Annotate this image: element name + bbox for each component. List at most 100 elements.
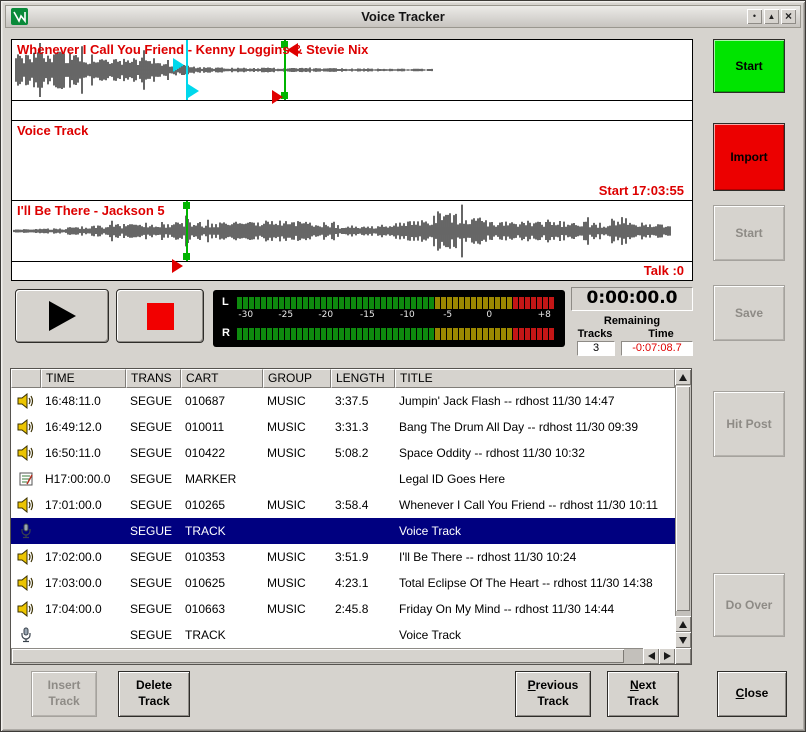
log-row[interactable]: 17:03:00.0SEGUE010625MUSIC4:23.1Total Ec…: [11, 570, 675, 596]
vertical-scroll-thumb[interactable]: [676, 386, 690, 611]
column-header-trans[interactable]: TRANS: [126, 369, 181, 388]
previous-track-label: Previous: [528, 678, 579, 694]
close-button[interactable]: Close: [717, 671, 787, 717]
meter-segment: [537, 328, 542, 340]
log-cell: 010265: [181, 492, 263, 518]
log-cell: MUSIC: [263, 388, 331, 414]
meter-scale-label: -10: [400, 310, 415, 320]
log-cell: 3:51.9: [331, 544, 395, 570]
log-header: TIMETRANSCARTGROUPLENGTHTITLE: [11, 369, 675, 388]
log-cell: 010011: [181, 414, 263, 440]
meter-segment: [447, 328, 452, 340]
start-marker-handle-top[interactable]: [183, 202, 190, 209]
log-row[interactable]: 17:04:00.0SEGUE010663MUSIC2:45.8Friday O…: [11, 596, 675, 622]
talk-start-marker-handle[interactable]: [173, 58, 184, 72]
log-cell: SEGUE: [126, 440, 181, 466]
horizontal-scroll-thumb[interactable]: [12, 649, 624, 663]
meter-segment: [315, 328, 320, 340]
voice-tracker-window: Voice Tracker • ▲ × Whenever I Call You …: [0, 0, 806, 732]
start-record-button[interactable]: Start: [713, 39, 785, 93]
scroll-down-button[interactable]: [675, 632, 691, 648]
column-header-time[interactable]: TIME: [41, 369, 126, 388]
log-row[interactable]: 16:48:11.0SEGUE010687MUSIC3:37.5Jumpin' …: [11, 388, 675, 414]
meter-segment: [273, 297, 278, 309]
meter-segment: [549, 328, 554, 340]
meter-segment: [507, 297, 512, 309]
log-cell: 16:49:12.0: [41, 414, 126, 440]
log-cell: 17:03:00.0: [41, 570, 126, 596]
titlebar[interactable]: Voice Tracker • ▲ ×: [5, 5, 801, 28]
log-cell: MUSIC: [263, 440, 331, 466]
talk-pointer-marker[interactable]: [172, 259, 183, 273]
log-cell: Voice Track: [395, 622, 675, 648]
start-marker-line[interactable]: [186, 201, 188, 261]
log-row[interactable]: H17:00:00.0SEGUEMARKERLegal ID Goes Here: [11, 466, 675, 492]
stop-icon: [147, 303, 174, 330]
waveform-panel-next-track[interactable]: I'll Be There - Jackson 5 Talk :0: [12, 200, 692, 280]
log-row[interactable]: 16:50:11.0SEGUE010422MUSIC5:08.2Space Od…: [11, 440, 675, 466]
log-row[interactable]: 16:49:12.0SEGUE010011MUSIC3:31.3Bang The…: [11, 414, 675, 440]
log-cell: I'll Be There -- rdhost 11/30 10:24: [395, 544, 675, 570]
log-cell: [331, 466, 395, 492]
play-button[interactable]: [15, 289, 109, 343]
log-row[interactable]: 17:01:00.0SEGUE010265MUSIC3:58.4Whenever…: [11, 492, 675, 518]
column-header-group[interactable]: GROUP: [263, 369, 331, 388]
scroll-right-button[interactable]: [659, 648, 675, 664]
delete-track-label: Delete: [136, 678, 172, 694]
log-row[interactable]: 17:02:00.0SEGUE010353MUSIC3:51.9I'll Be …: [11, 544, 675, 570]
column-header-length[interactable]: LENGTH: [331, 369, 395, 388]
log-cell: Whenever I Call You Friend -- rdhost 11/…: [395, 492, 675, 518]
remaining-tracks-value: 3: [577, 341, 615, 356]
scroll-up-button-lower[interactable]: [675, 616, 691, 632]
meter-scale-label: 0: [486, 310, 492, 320]
speaker-icon: [11, 440, 41, 466]
column-header-icon[interactable]: [11, 369, 41, 388]
log-cell: [331, 622, 395, 648]
meter-segment: [393, 297, 398, 309]
remaining-time-value: -0:07:08.7: [621, 341, 693, 356]
waveform-panel-voice-track[interactable]: Voice Track Start 17:03:55: [12, 120, 692, 200]
meter-segment: [243, 297, 248, 309]
log-cell: SEGUE: [126, 596, 181, 622]
meter-left-label: L: [222, 296, 229, 308]
log-cell: SEGUE: [126, 622, 181, 648]
fade-marker-bottom[interactable]: [272, 90, 283, 104]
log-cell: 17:04:00.0: [41, 596, 126, 622]
log-cell: 5:08.2: [331, 440, 395, 466]
log-row[interactable]: SEGUETRACKVoice Track: [11, 622, 675, 648]
stop-button[interactable]: [116, 289, 204, 343]
meter-segment: [411, 297, 416, 309]
meter-segment: [447, 297, 452, 309]
meter-segment: [243, 328, 248, 340]
column-header-title[interactable]: TITLE: [395, 369, 675, 388]
speaker-icon: [11, 570, 41, 596]
audio-meter: L R -30-25-20-15-10-50+8: [213, 290, 565, 347]
log-cell: MARKER: [181, 466, 263, 492]
start-marker-handle-bottom[interactable]: [183, 253, 190, 260]
delete-track-button[interactable]: DeleteTrack: [118, 671, 190, 717]
speaker-icon: [11, 388, 41, 414]
meter-segment: [525, 328, 530, 340]
column-header-cart[interactable]: CART: [181, 369, 263, 388]
next-track-button[interactable]: NextTrack: [607, 671, 679, 717]
meter-segment: [357, 297, 362, 309]
meter-segment: [477, 328, 482, 340]
previous-track-button[interactable]: PreviousTrack: [515, 671, 591, 717]
meter-segment: [297, 297, 302, 309]
start-time-annotation: Start 17:03:55: [599, 183, 684, 198]
meter-segment: [369, 297, 374, 309]
log-row-selected[interactable]: SEGUETRACKVoice Track: [11, 518, 675, 544]
vertical-scrollbar[interactable]: [675, 369, 691, 648]
talk-end-marker-handle[interactable]: [188, 84, 199, 98]
waveform-panel-previous-track[interactable]: Whenever I Call You Friend - Kenny Loggi…: [12, 40, 692, 120]
log-cell: 3:58.4: [331, 492, 395, 518]
scroll-left-button[interactable]: [643, 648, 659, 664]
scroll-up-button[interactable]: [675, 369, 691, 385]
waveform-area: Whenever I Call You Friend - Kenny Loggi…: [11, 39, 693, 281]
meter-bar-right: [237, 328, 557, 340]
import-button[interactable]: Import: [713, 123, 785, 191]
horizontal-scrollbar[interactable]: [11, 648, 675, 664]
meter-segment: [363, 328, 368, 340]
log-cell: 010353: [181, 544, 263, 570]
log-cell: SEGUE: [126, 518, 181, 544]
